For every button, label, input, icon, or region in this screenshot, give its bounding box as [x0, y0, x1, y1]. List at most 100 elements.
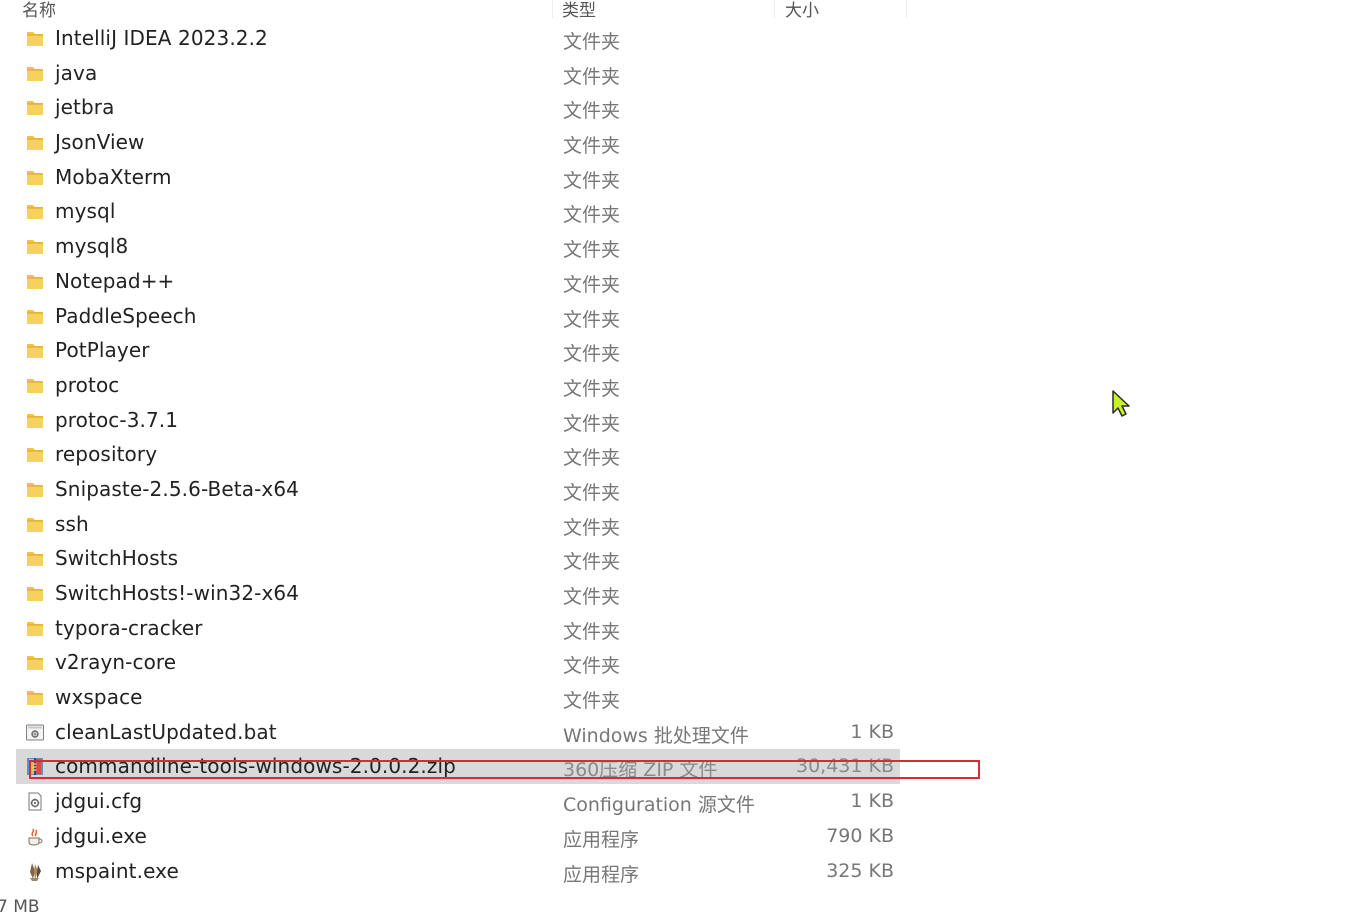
column-divider[interactable]: [552, 0, 553, 18]
file-type: 文件夹: [563, 31, 621, 53]
file-name: mysql8: [55, 234, 129, 259]
file-row[interactable]: JsonView 文件夹: [16, 125, 900, 160]
file-name: PaddleSpeech: [55, 303, 197, 328]
file-name: ssh: [55, 511, 89, 536]
file-name: v2rayn-core: [55, 650, 177, 675]
file-type: 文件夹: [563, 655, 621, 678]
details-column-header: 名称 类型 大小: [0, 0, 908, 21]
file-row[interactable]: mspaint.exe 应用程序 325 KB: [16, 854, 900, 889]
java-app-icon: [25, 826, 45, 847]
file-name: typora-cracker: [55, 615, 203, 640]
file-type: 应用程序: [563, 828, 640, 851]
file-row[interactable]: typora-cracker 文件夹: [16, 611, 900, 646]
zip-archive-icon: [25, 756, 45, 777]
file-row[interactable]: mysql8 文件夹: [16, 229, 900, 264]
folder-icon: [25, 97, 45, 118]
file-type: 文件夹: [563, 135, 621, 158]
file-row[interactable]: wxspace 文件夹: [16, 680, 900, 715]
file-row[interactable]: repository 文件夹: [16, 437, 900, 472]
folder-icon: [25, 444, 45, 465]
type-column-header[interactable]: 类型: [562, 0, 596, 21]
file-size: 30,431 KB: [795, 755, 894, 778]
file-name: mysql: [55, 199, 116, 224]
file-name: IntelliJ IDEA 2023.2.2: [55, 26, 268, 50]
file-type: Configuration 源文件: [563, 794, 755, 817]
file-row[interactable]: protoc 文件夹: [16, 368, 900, 403]
file-name: cleanLastUpdated.bat: [55, 719, 277, 744]
file-type: 文件夹: [563, 412, 621, 435]
config-file-icon: [25, 791, 45, 812]
file-name: protoc: [55, 372, 120, 397]
folder-icon: [25, 236, 45, 257]
file-row[interactable]: IntelliJ IDEA 2023.2.2 文件夹: [16, 21, 900, 56]
file-row[interactable]: protoc-3.7.1 文件夹: [16, 403, 900, 438]
file-row[interactable]: SwitchHosts!-win32-x64 文件夹: [16, 576, 900, 611]
file-row[interactable]: PaddleSpeech 文件夹: [16, 299, 900, 334]
folder-icon: [25, 410, 45, 431]
file-name: wxspace: [55, 685, 143, 710]
file-name: repository: [55, 442, 158, 467]
file-row[interactable]: ssh 文件夹: [16, 507, 900, 542]
file-row[interactable]: PotPlayer 文件夹: [16, 333, 900, 368]
file-type: 文件夹: [563, 239, 621, 262]
file-row[interactable]: cleanLastUpdated.bat Windows 批处理文件 1 KB: [16, 715, 900, 750]
file-type: 文件夹: [563, 169, 621, 192]
folder-icon: [25, 306, 45, 327]
file-name: Snipaste-2.5.6-Beta-x64: [55, 476, 299, 501]
column-divider[interactable]: [906, 0, 907, 18]
file-type: 文件夹: [563, 343, 621, 366]
file-type: 文件夹: [563, 377, 621, 400]
file-type: 文件夹: [563, 620, 621, 643]
file-type: 文件夹: [563, 65, 621, 88]
file-size: 325 KB: [826, 859, 894, 882]
folder-icon: [25, 63, 45, 84]
file-name: protoc-3.7.1: [55, 407, 179, 432]
file-size: 790 KB: [826, 824, 894, 847]
file-type: 文件夹: [563, 551, 621, 574]
file-row[interactable]: mysql 文件夹: [16, 194, 900, 229]
file-type: 360压缩 ZIP 文件: [563, 759, 718, 782]
file-row[interactable]: SwitchHosts 文件夹: [16, 541, 900, 576]
folder-icon: [25, 583, 45, 604]
file-name: MobaXterm: [55, 164, 172, 189]
name-column-header[interactable]: 名称: [22, 0, 56, 21]
file-size: 1 KB: [850, 790, 894, 813]
file-row[interactable]: java 文件夹: [16, 56, 900, 91]
folder-icon: [25, 548, 45, 569]
folder-icon: [25, 618, 45, 639]
file-row[interactable]: jdgui.exe 应用程序 790 KB: [16, 819, 900, 854]
size-column-header[interactable]: 大小: [785, 0, 819, 21]
folder-icon: [25, 375, 45, 396]
folder-icon: [25, 687, 45, 708]
file-row[interactable]: v2rayn-core 文件夹: [16, 645, 900, 680]
column-divider[interactable]: [774, 0, 775, 18]
file-name: jdgui.exe: [55, 823, 147, 848]
folder-icon: [25, 479, 45, 500]
file-type: 文件夹: [563, 308, 621, 331]
status-bar: 7 MB: [0, 897, 40, 916]
file-name: JsonView: [55, 130, 145, 155]
file-type: 文件夹: [563, 100, 621, 123]
file-row[interactable]: jdgui.cfg Configuration 源文件 1 KB: [16, 784, 900, 819]
folder-icon: [25, 652, 45, 673]
batch-file-icon: [25, 722, 45, 743]
file-row[interactable]: Notepad++ 文件夹: [16, 264, 900, 299]
file-row[interactable]: jetbra 文件夹: [16, 90, 900, 125]
file-name: java: [55, 60, 98, 85]
file-name: SwitchHosts: [55, 546, 179, 571]
file-name: jetbra: [55, 95, 115, 120]
file-type: 文件夹: [563, 690, 621, 713]
file-name: Notepad++: [55, 268, 175, 293]
mouse-cursor-icon: [1112, 390, 1130, 417]
file-list: IntelliJ IDEA 2023.2.2 文件夹 java 文件夹 jetbra 文件…: [16, 21, 900, 888]
file-type: Windows 批处理文件: [563, 724, 749, 747]
file-row-selected[interactable]: commandline-tools-windows-2.0.0.2.zip 360…: [16, 749, 900, 785]
folder-icon: [25, 514, 45, 535]
folder-icon: [25, 167, 45, 188]
file-row[interactable]: Snipaste-2.5.6-Beta-x64 文件夹: [16, 472, 900, 507]
file-type: 文件夹: [563, 204, 621, 227]
folder-icon: [25, 201, 45, 222]
file-explorer-view: 名称 类型 大小 IntelliJ IDEA 2023.2.2 文件夹 java 文件…: [0, 0, 1348, 916]
file-row[interactable]: MobaXterm 文件夹: [16, 160, 900, 195]
file-size: 1 KB: [850, 720, 894, 743]
